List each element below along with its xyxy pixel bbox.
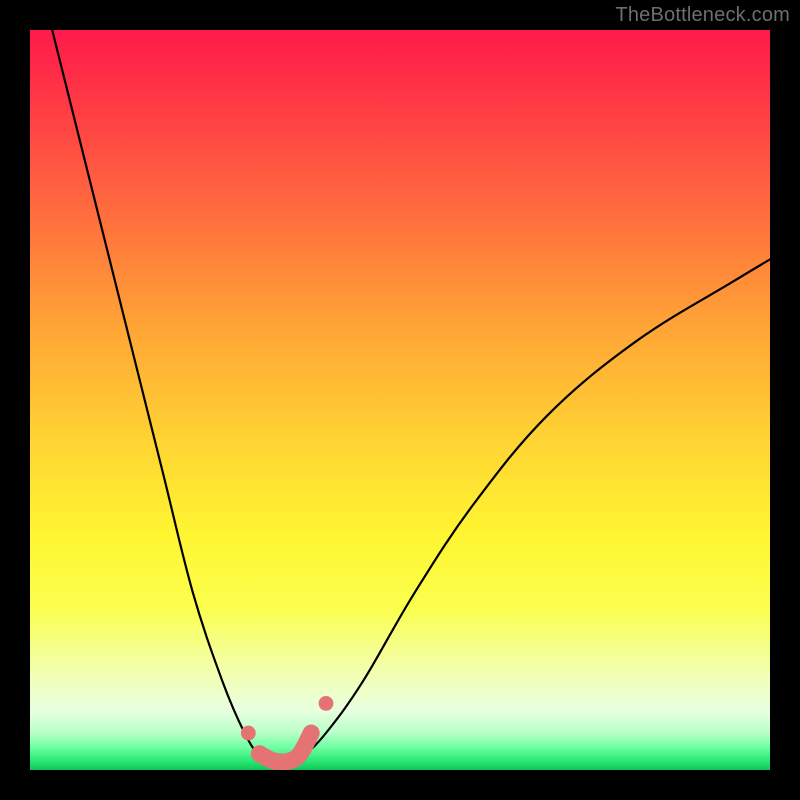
watermark-text: TheBottleneck.com — [615, 4, 790, 27]
highlight-dot — [319, 696, 334, 711]
chart-frame: TheBottleneck.com — [0, 0, 800, 800]
highlight-segment — [259, 733, 311, 762]
highlight-marker-group — [241, 696, 333, 762]
plot-area — [30, 30, 770, 770]
bottleneck-curve-path — [52, 30, 770, 764]
highlight-dot — [241, 726, 256, 741]
curve-layer — [30, 30, 770, 770]
